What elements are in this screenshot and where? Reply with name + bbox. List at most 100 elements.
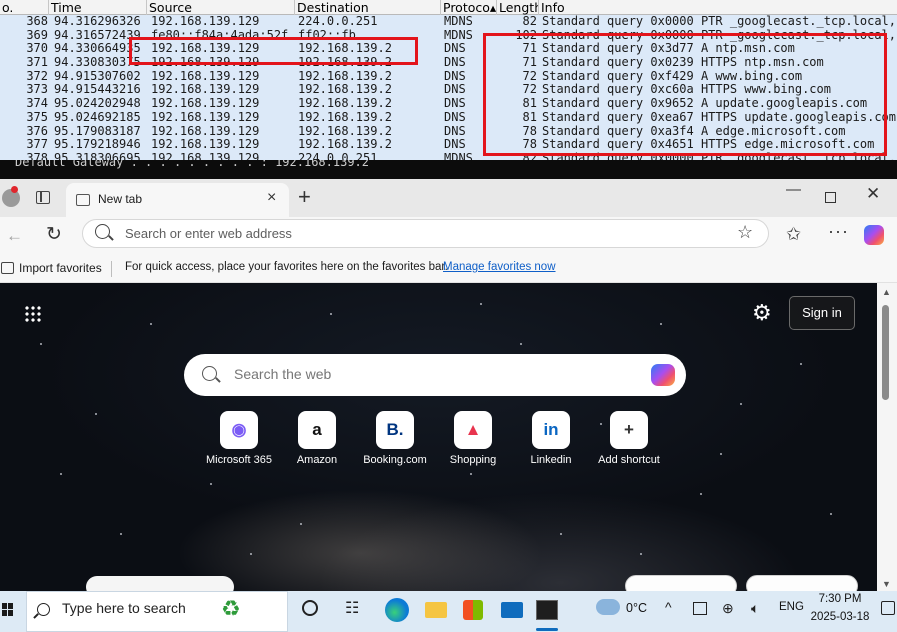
column-header-length[interactable]: Length [497, 0, 539, 15]
microsoft-store-icon[interactable] [463, 600, 483, 620]
shortcut-icon: in [532, 411, 570, 449]
packet-time: 94.316296326 [54, 15, 141, 28]
star-dot [700, 493, 702, 495]
feed-layout-button[interactable] [625, 575, 737, 591]
packet-destination: 192.168.139.2 [298, 124, 392, 138]
packet-row[interactable]: 368 94.316296326 192.168.139.129 224.0.0.25… [0, 15, 897, 29]
more-options-icon[interactable]: ··· [828, 221, 849, 242]
taskbar-search-box[interactable]: Type here to search ♻ [26, 591, 288, 632]
packet-destination: 192.168.139.2 [298, 97, 392, 111]
import-favorites-icon[interactable] [1, 262, 14, 274]
packet-destination: 192.168.139.2 [298, 69, 392, 83]
packet-time: 95.179218946 [54, 138, 141, 152]
weather-temperature[interactable]: 0°C [626, 601, 647, 615]
packet-number: 372 [26, 69, 48, 83]
page-scrollbar[interactable]: ▲ ▼ [877, 283, 897, 591]
star-dot [480, 303, 482, 305]
shortcut-icon: a [298, 411, 336, 449]
close-window-button[interactable]: ✕ [866, 184, 880, 204]
start-windows-icon[interactable] [2, 603, 14, 617]
widgets-icon[interactable]: ☷ [345, 598, 369, 622]
feed-strip [0, 569, 877, 591]
packet-list-header: o. Time Source Destination Protoco▴ Leng… [0, 0, 897, 15]
packet-length: 82 [522, 15, 537, 28]
page-settings-gear-icon[interactable]: ⚙ [752, 300, 772, 326]
input-language-indicator[interactable]: ENG [779, 601, 804, 613]
shortcut-icon: ▲ [454, 411, 492, 449]
column-header-protocol[interactable]: Protoco▴ [441, 0, 497, 15]
weather-cloud-icon[interactable] [596, 599, 620, 615]
workspaces-icon[interactable] [36, 191, 50, 204]
feed-card[interactable] [86, 576, 234, 591]
web-search-placeholder: Search the web [234, 366, 332, 382]
packet-destination: 224.0.0.251 [298, 15, 378, 28]
tab-new-tab[interactable]: New tab × [66, 183, 289, 217]
column-header-destination[interactable]: Destination [295, 0, 441, 15]
clock-time[interactable]: 7:30 PM [816, 593, 864, 605]
edge-browser-window: New tab × + — ✕ ← ↻ Search or enter web … [0, 179, 897, 591]
recycle-icon: ♻ [221, 596, 241, 621]
personalize-button[interactable] [746, 575, 858, 591]
star-dot [210, 483, 212, 485]
address-bar[interactable]: Search or enter web address ☆ [82, 219, 769, 248]
tab-title: New tab [98, 192, 143, 206]
add-favorite-star-icon[interactable]: ☆ [737, 222, 753, 243]
star-dot [830, 513, 832, 515]
scrollbar-thumb[interactable] [882, 305, 889, 400]
active-app-indicator [536, 628, 558, 631]
star-dot [640, 553, 642, 555]
mail-icon[interactable] [501, 602, 523, 618]
clock-date[interactable]: 2025-03-18 [810, 611, 870, 623]
network-globe-icon[interactable]: ⊕ [722, 600, 734, 617]
tab-close-icon[interactable]: × [267, 189, 276, 207]
file-explorer-icon[interactable] [425, 602, 447, 618]
star-dot [800, 363, 802, 365]
manage-favorites-link[interactable]: Manage favorites now [443, 261, 556, 273]
maximize-button[interactable] [825, 192, 836, 203]
column-header-info[interactable]: Info [539, 0, 897, 15]
star-dot [560, 533, 562, 535]
refresh-icon[interactable]: ↻ [46, 223, 62, 246]
packet-number: 377 [26, 138, 48, 152]
shortcut-icon: ◉ [220, 411, 258, 449]
highlight-box-source [129, 37, 418, 65]
volume-speaker-icon[interactable]: 🔈︎ [751, 600, 759, 617]
scroll-down-arrow-icon[interactable]: ▼ [882, 579, 891, 589]
favorites-bar: Import favorites For quick access, place… [0, 255, 897, 283]
column-header-source[interactable]: Source [147, 0, 295, 15]
favorites-icon[interactable]: ✩ [786, 224, 801, 245]
copilot-icon[interactable] [651, 364, 675, 386]
task-view-icon[interactable] [302, 600, 318, 616]
minimize-button[interactable]: — [786, 181, 801, 198]
scroll-up-arrow-icon[interactable]: ▲ [882, 287, 891, 297]
column-header-time[interactable]: Time [49, 0, 147, 15]
import-favorites-button[interactable]: Import favorites [19, 261, 102, 275]
star-dot [120, 533, 122, 535]
star-dot [330, 313, 332, 315]
app-launcher-grid-icon[interactable] [24, 305, 42, 323]
windows-taskbar: Type here to search ♻ ☷ 0°C ^ ⊕ 🔈︎ ENG 7… [0, 591, 897, 632]
edge-taskbar-icon[interactable] [385, 598, 409, 622]
packet-source: 192.168.139.129 [151, 15, 260, 28]
star-dot [60, 473, 62, 475]
packet-source: 192.168.139.129 [151, 97, 260, 111]
star-dot [95, 413, 97, 415]
search-icon [95, 224, 110, 239]
column-header-no[interactable]: o. [0, 0, 49, 15]
packet-source: 192.168.139.129 [151, 110, 260, 124]
show-hidden-icons-chevron-icon[interactable]: ^ [665, 599, 672, 615]
taskbar-search-placeholder: Type here to search [62, 600, 186, 616]
sign-in-button[interactable]: Sign in [789, 296, 855, 330]
new-tab-button[interactable]: + [298, 184, 311, 210]
copilot-icon[interactable] [864, 225, 884, 245]
back-arrow-icon[interactable]: ← [6, 226, 23, 246]
tray-app-icon[interactable] [693, 602, 707, 615]
web-search-box[interactable]: Search the web [184, 354, 686, 396]
shortcut-tile[interactable]: + Add shortcut [589, 411, 669, 471]
notifications-icon[interactable] [881, 601, 895, 615]
packet-number: 371 [26, 56, 48, 70]
terminal-icon[interactable] [536, 600, 558, 620]
shortcut-label: Add shortcut [598, 454, 660, 466]
address-bar-placeholder: Search or enter web address [125, 226, 292, 241]
packet-info: Standard query 0x0000 PTR _googlecast._t… [542, 15, 897, 28]
